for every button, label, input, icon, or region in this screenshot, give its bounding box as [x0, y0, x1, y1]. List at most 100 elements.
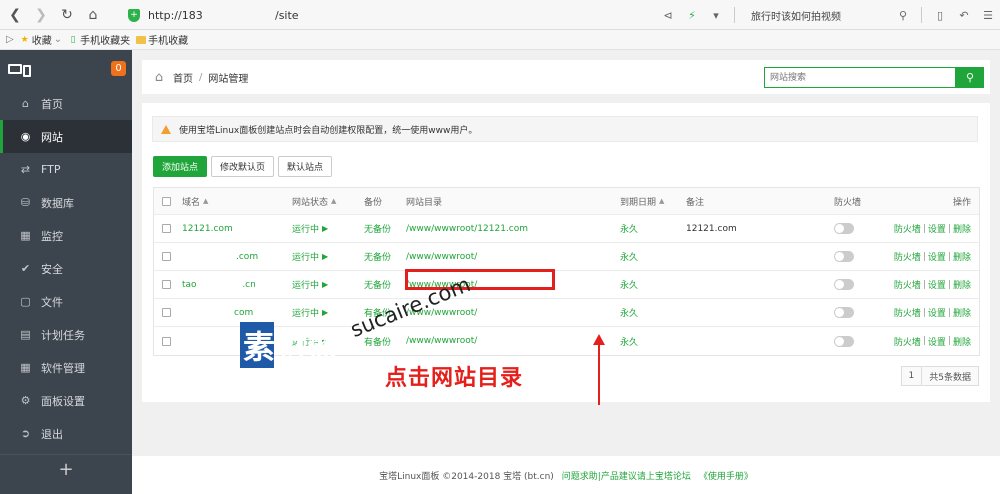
row-checkbox[interactable] — [162, 224, 171, 233]
site-note[interactable]: 12121.com — [686, 215, 737, 242]
bookmark-mobile[interactable]: 手机收藏 — [136, 32, 188, 47]
edit-default-page-button[interactable]: 修改默认页 — [211, 156, 275, 177]
notification-badge[interactable]: 0 — [111, 61, 126, 76]
divider: | — [922, 279, 926, 290]
menu-icon[interactable]: ☰ — [979, 6, 997, 24]
firewall-link[interactable]: 防火墙 — [894, 335, 921, 348]
home-icon[interactable]: ⌂ — [152, 70, 166, 85]
site-directory[interactable]: /www/wwwroot/ — [406, 327, 477, 355]
undo-icon[interactable]: ↶ — [955, 6, 973, 24]
table-row: tao .cn 运行中 ▶ 无备份 /www/wwwroot/ 永久 防火墙 | 设置… — [154, 271, 979, 299]
firewall-link[interactable]: 防火墙 — [894, 222, 921, 235]
page-number-button[interactable]: 1 — [900, 366, 923, 386]
column-domain[interactable]: 域名 ▲ — [182, 188, 208, 214]
sidebar-item-website[interactable]: ◉ 网站 — [0, 120, 132, 153]
lightning-icon[interactable]: ⚡ — [683, 6, 701, 24]
firewall-toggle[interactable] — [834, 223, 854, 234]
search-hint-text[interactable]: 旅行时该如何拍视频 — [751, 8, 881, 23]
share-icon[interactable]: ⊲ — [659, 6, 677, 24]
bookmark-mobile-folder[interactable]: ▯ 手机收藏夹 — [68, 32, 130, 48]
site-expire[interactable]: 永久 — [620, 215, 638, 242]
sidebar-item-settings[interactable]: ⚙ 面板设置 — [0, 384, 132, 417]
firewall-toggle[interactable] — [834, 307, 854, 318]
row-actions: 防火墙 | 设置 | 删除 — [894, 215, 971, 242]
add-site-button[interactable]: 添加站点 — [153, 156, 208, 177]
default-site-button[interactable]: 默认站点 — [278, 156, 333, 177]
settings-link[interactable]: 设置 — [928, 222, 946, 235]
firewall-link[interactable]: 防火墙 — [894, 306, 921, 319]
column-status[interactable]: 网站状态 ▲ — [292, 188, 336, 214]
sort-icon: ▲ — [331, 197, 337, 205]
mobile-icon[interactable]: ▯ — [931, 6, 949, 24]
sidebar-item-home[interactable]: ⌂ 首页 — [0, 87, 132, 120]
site-directory[interactable]: /www/wwwroot/12121.com — [406, 215, 528, 242]
delete-link[interactable]: 删除 — [953, 306, 971, 319]
settings-link[interactable]: 设置 — [928, 335, 946, 348]
url-host: http://183 — [148, 8, 203, 22]
site-status[interactable]: 运行中 ▶ — [292, 215, 328, 242]
delete-link[interactable]: 删除 — [953, 335, 971, 348]
settings-link[interactable]: 设置 — [928, 278, 946, 291]
settings-link[interactable]: 设置 — [928, 306, 946, 319]
firewall-link[interactable]: 防火墙 — [894, 250, 921, 263]
sidebar: 0 ⌂ 首页 ◉ 网站 ⇄ FTP ⛁ 数据库 ▦ 监控 ✔ 安全 ▢ 文件 ▤… — [0, 50, 132, 494]
site-backup[interactable]: 无备份 — [364, 243, 391, 270]
sidebar-item-cron[interactable]: ▤ 计划任务 — [0, 318, 132, 351]
back-icon[interactable]: ❮ — [4, 4, 26, 26]
row-checkbox[interactable] — [162, 308, 171, 317]
add-shortcut-button[interactable]: + — [0, 454, 132, 484]
firewall-link[interactable]: 防火墙 — [894, 278, 921, 291]
reload-icon[interactable]: ↻ — [56, 4, 78, 26]
manual-link[interactable]: 《使用手册》 — [699, 469, 753, 482]
breadcrumb-home[interactable]: 首页 — [173, 70, 193, 85]
sidebar-item-database[interactable]: ⛁ 数据库 — [0, 186, 132, 219]
dropdown-icon[interactable]: ▾ — [707, 6, 725, 24]
site-domain[interactable]: tao .cn — [182, 271, 256, 298]
site-backup[interactable]: 无备份 — [364, 215, 391, 242]
site-search: ⚲ — [764, 67, 984, 88]
sidebar-toggle-icon[interactable]: ▷ — [6, 34, 14, 45]
total-count: 共5条数据 — [922, 366, 979, 386]
column-actions: 操作 — [952, 197, 971, 208]
sidebar-item-monitor[interactable]: ▦ 监控 — [0, 219, 132, 252]
site-expire[interactable]: 永久 — [620, 327, 638, 355]
site-domain[interactable]: 12121.com — [182, 215, 233, 242]
logout-icon: ➲ — [20, 427, 31, 440]
site-directory[interactable]: /www/wwwroot/ — [406, 243, 477, 270]
divider: | — [947, 251, 951, 262]
folder-icon — [136, 35, 147, 45]
site-expire[interactable]: 永久 — [620, 299, 638, 326]
site-expire[interactable]: 永久 — [620, 271, 638, 298]
sidebar-item-logout[interactable]: ➲ 退出 — [0, 417, 132, 450]
forum-link[interactable]: 问题求助|产品建议请上宝塔论坛 — [562, 469, 691, 482]
firewall-toggle[interactable] — [834, 279, 854, 290]
row-checkbox[interactable] — [162, 280, 171, 289]
sidebar-item-security[interactable]: ✔ 安全 — [0, 252, 132, 285]
address-bar[interactable]: + http://183 /site — [120, 4, 700, 26]
select-all-checkbox[interactable] — [162, 196, 171, 206]
delete-link[interactable]: 删除 — [953, 250, 971, 263]
firewall-toggle[interactable] — [834, 335, 854, 347]
sidebar-item-software[interactable]: ▦ 软件管理 — [0, 351, 132, 384]
forward-icon[interactable]: ❯ — [30, 4, 52, 26]
delete-link[interactable]: 删除 — [953, 278, 971, 291]
site-domain[interactable]: .com — [236, 243, 258, 270]
delete-link[interactable]: 删除 — [953, 222, 971, 235]
site-search-input[interactable] — [764, 67, 956, 88]
search-button[interactable]: ⚲ — [956, 67, 984, 88]
column-expire[interactable]: 到期日期 ▲ — [620, 188, 664, 214]
site-backup[interactable]: 无备份 — [364, 271, 391, 298]
home-page-icon[interactable]: ⌂ — [82, 4, 104, 26]
sidebar-item-label: 文件 — [41, 295, 63, 309]
bookmark-favorites[interactable]: ★ 收藏 ⌄ — [20, 32, 62, 47]
settings-link[interactable]: 设置 — [928, 250, 946, 263]
site-status[interactable]: 运行中 ▶ — [292, 271, 328, 298]
firewall-toggle[interactable] — [834, 251, 854, 262]
site-status[interactable]: 运行中 ▶ — [292, 243, 328, 270]
row-checkbox[interactable] — [162, 252, 171, 261]
row-checkbox[interactable] — [162, 336, 171, 346]
sidebar-item-files[interactable]: ▢ 文件 — [0, 285, 132, 318]
sidebar-item-ftp[interactable]: ⇄ FTP — [0, 153, 132, 186]
search-icon[interactable]: ⚲ — [894, 6, 912, 24]
site-expire[interactable]: 永久 — [620, 243, 638, 270]
